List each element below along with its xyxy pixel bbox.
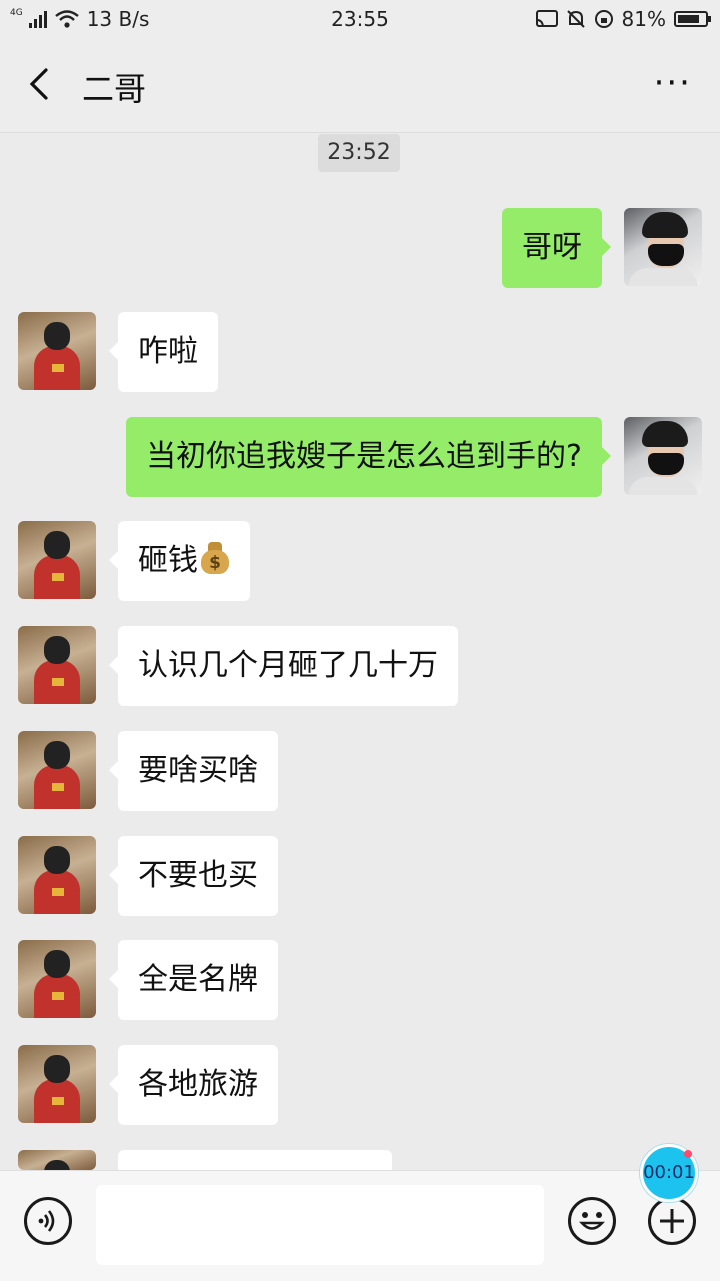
more-options-icon[interactable]: ··· <box>654 66 692 100</box>
chat-header: 二哥 ··· <box>0 38 720 133</box>
recording-dot-icon <box>684 1150 692 1158</box>
screen-recording-timer[interactable]: 00:01 <box>640 1144 698 1202</box>
friend-avatar[interactable] <box>18 1045 96 1123</box>
voice-input-button[interactable] <box>24 1197 72 1245</box>
friend-avatar[interactable] <box>18 1150 96 1170</box>
battery-icon <box>674 11 711 27</box>
input-bar <box>0 1170 720 1281</box>
message-text: 砸钱 <box>138 543 198 578</box>
friend-message-bubble[interactable]: 各地旅游 <box>109 1045 278 1125</box>
contact-name: 二哥 <box>82 70 147 108</box>
friend-message-bubble[interactable]: 要啥买啥 <box>109 731 278 811</box>
my-message-bubble[interactable]: 当初你追我嫂子是怎么追到手的? <box>126 417 611 497</box>
friend-message-bubble[interactable]: 全是名牌 <box>109 940 278 1020</box>
smiley-icon <box>579 1212 605 1230</box>
battery-fill <box>678 15 699 23</box>
battery-percent: 81% <box>621 7 666 31</box>
mute-bell-icon <box>566 10 585 28</box>
plus-icon <box>660 1209 684 1233</box>
voice-icon <box>38 1210 55 1232</box>
message-input[interactable] <box>96 1185 544 1265</box>
friend-avatar[interactable] <box>18 626 96 704</box>
cast-icon <box>535 10 558 27</box>
friend-avatar[interactable] <box>18 940 96 1018</box>
more-functions-button[interactable] <box>648 1197 696 1245</box>
emoji-button[interactable] <box>568 1197 616 1245</box>
status-bar: 4G 13 B/s 23:55 81% <box>0 0 720 38</box>
friend-message-bubble[interactable]: 不要也买 <box>109 836 278 916</box>
status-right: 81% <box>535 7 711 31</box>
alarm-lock-icon <box>594 10 613 28</box>
friend-message-bubble[interactable]: 砸钱 $ <box>109 521 250 601</box>
friend-message-bubble[interactable]: 认识几个月砸了几十万 <box>109 626 458 706</box>
friend-message-bubble[interactable]: 咋啦 <box>109 312 218 392</box>
my-message-bubble[interactable]: 哥呀 <box>502 208 611 288</box>
my-avatar[interactable] <box>624 417 702 495</box>
friend-message-bubble-partial[interactable] <box>118 1150 392 1170</box>
chat-timestamp: 23:52 <box>318 134 400 172</box>
money-bag-icon: $ <box>200 542 230 574</box>
money-bag-sign: $ <box>209 553 221 573</box>
friend-avatar[interactable] <box>18 731 96 809</box>
friend-avatar[interactable] <box>18 521 96 599</box>
back-arrow-icon[interactable] <box>22 62 62 106</box>
friend-avatar[interactable] <box>18 836 96 914</box>
recording-time: 00:01 <box>643 1162 695 1183</box>
my-avatar[interactable] <box>624 208 702 286</box>
friend-avatar[interactable] <box>18 312 96 390</box>
